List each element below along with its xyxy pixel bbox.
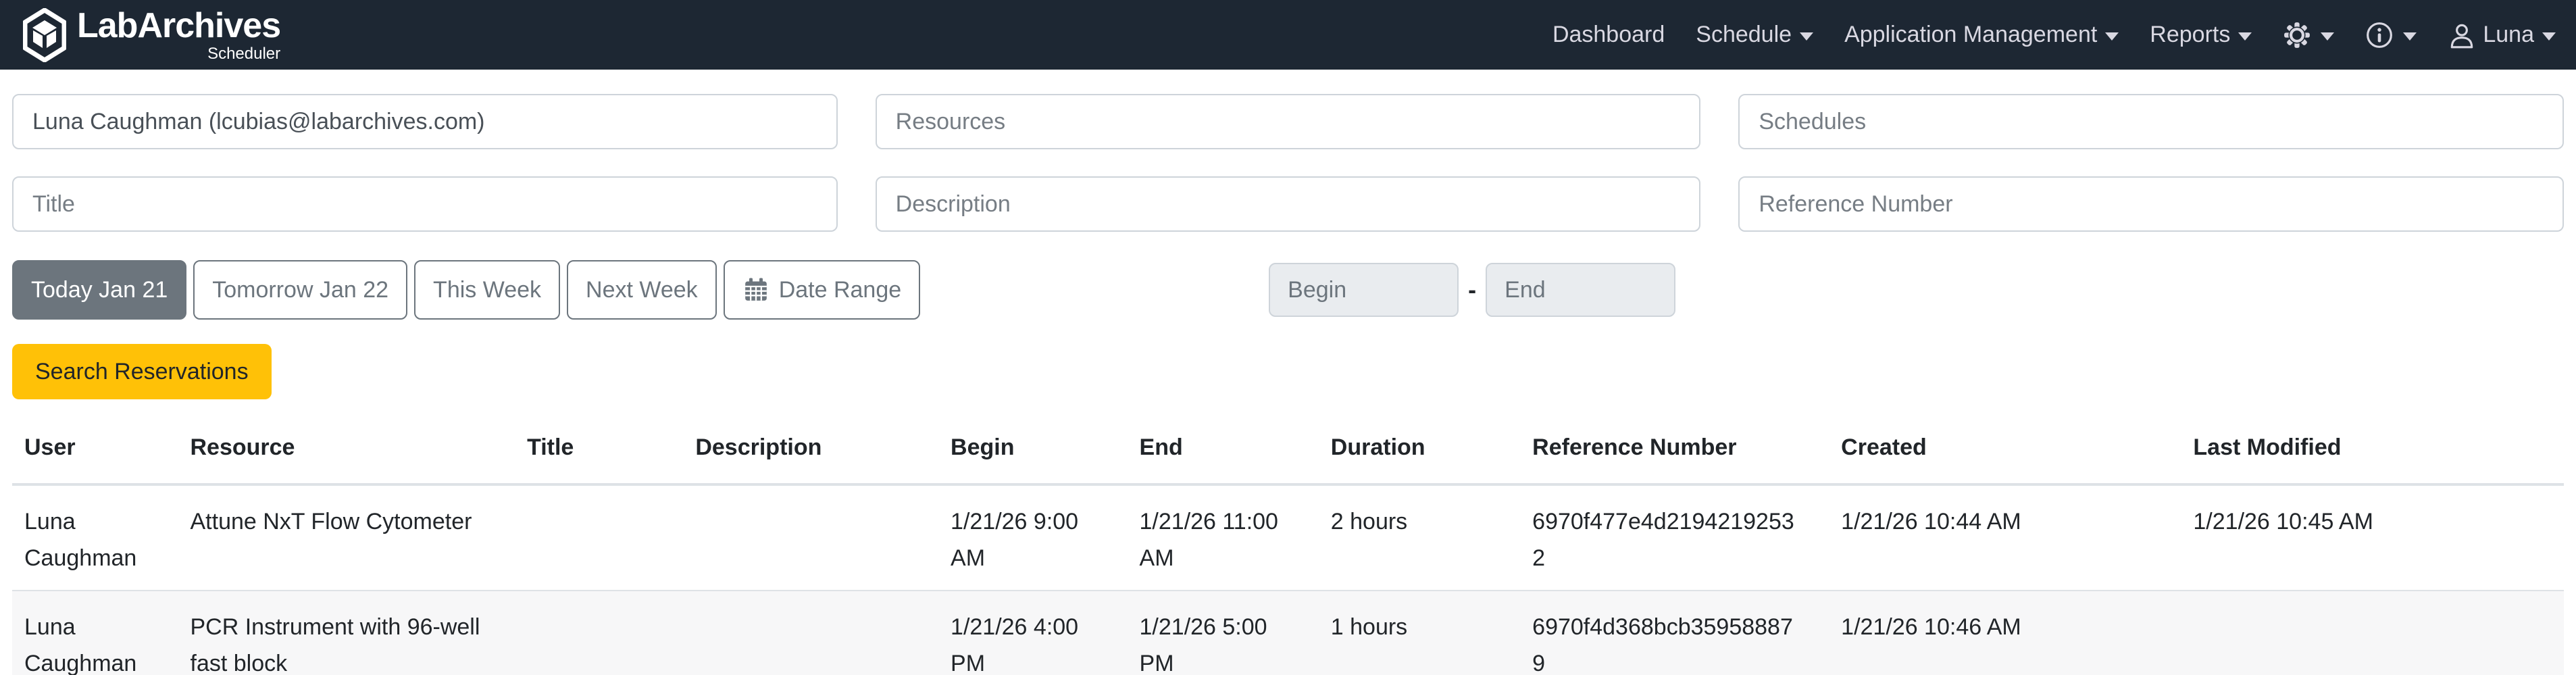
user-filter-input[interactable] [12,94,838,149]
tomorrow-button[interactable]: Tomorrow Jan 22 [193,260,407,320]
gear-icon [2283,21,2311,49]
nav-settings-menu[interactable] [2283,21,2334,49]
col-header-duration: Duration [1319,403,1520,484]
this-week-button[interactable]: This Week [414,260,560,320]
chevron-down-icon [2321,32,2334,41]
date-filter-row: Today Jan 21 Tomorrow Jan 22 This Week N… [12,260,2564,320]
cell-user: Luna Caughman [12,591,178,675]
cell-description [683,484,938,591]
cell-created: 1/21/26 10:44 AM [1829,484,2181,591]
col-header-title: Title [515,403,683,484]
table-row[interactable]: Luna Caughman Attune NxT Flow Cytometer … [12,484,2564,591]
col-header-begin: Begin [938,403,1127,484]
schedules-filter-input[interactable] [1738,94,2564,149]
col-header-created: Created [1829,403,2181,484]
date-range-label: Date Range [779,277,901,303]
col-header-end: End [1128,403,1319,484]
nav-dashboard[interactable]: Dashboard [1552,22,1665,48]
nav-user-menu[interactable]: Luna [2448,21,2556,49]
info-icon [2365,21,2394,49]
nav-user-label: Luna [2483,22,2534,48]
cell-duration: 2 hours [1319,484,1520,591]
date-range-inputs: - [1269,263,1675,317]
nav-info-menu[interactable] [2365,21,2417,49]
cell-begin: 1/21/26 9:00 AM [938,484,1127,591]
labarchives-logo-icon [23,8,66,62]
brand-title: LabArchives [77,8,280,43]
brand-subtitle: Scheduler [207,46,280,62]
cell-user: Luna Caughman [12,484,178,591]
chevron-down-icon [2238,32,2252,41]
nav-application-management[interactable]: Application Management [1844,22,2119,48]
cell-end: 1/21/26 5:00 PM [1128,591,1319,675]
search-filters-section: Today Jan 21 Tomorrow Jan 22 This Week N… [0,94,2576,399]
person-icon [2448,21,2476,49]
table-header-row: User Resource Title Description Begin En… [12,403,2564,484]
resources-filter-input[interactable] [876,94,1701,149]
col-header-user: User [12,403,178,484]
next-week-button[interactable]: Next Week [567,260,717,320]
title-filter-input[interactable] [12,176,838,232]
reservations-table: User Resource Title Description Begin En… [12,403,2564,675]
brand[interactable]: LabArchives Scheduler [23,8,280,62]
nav-schedule-label: Schedule [1696,22,1792,48]
today-button[interactable]: Today Jan 21 [12,260,186,320]
cell-end: 1/21/26 11:00 AM [1128,484,1319,591]
cell-duration: 1 hours [1319,591,1520,675]
chevron-down-icon [2105,32,2119,41]
nav-application-management-label: Application Management [1844,22,2097,48]
begin-date-input[interactable] [1269,263,1459,317]
cell-created: 1/21/26 10:46 AM [1829,591,2181,675]
reservations-results: User Resource Title Description Begin En… [0,403,2576,675]
cell-description [683,591,938,675]
brand-text: LabArchives Scheduler [77,8,280,62]
col-header-last-modified: Last Modified [2181,403,2564,484]
cell-resource: PCR Instrument with 96-well fast block [178,591,515,675]
table-row[interactable]: Luna Caughman PCR Instrument with 96-wel… [12,591,2564,675]
cell-last-modified: 1/21/26 10:45 AM [2181,484,2564,591]
cell-last-modified [2181,591,2564,675]
cell-resource: Attune NxT Flow Cytometer [178,484,515,591]
nav-dashboard-label: Dashboard [1552,22,1665,48]
chevron-down-icon [1800,32,1813,41]
cell-title [515,591,683,675]
nav-menu: Dashboard Schedule Application Managemen… [1552,21,2556,49]
end-date-input[interactable] [1486,263,1675,317]
cell-reference-number: 6970f4d368bcb359588879 [1520,591,1829,675]
reference-number-filter-input[interactable] [1738,176,2564,232]
nav-reports-label: Reports [2150,22,2230,48]
col-header-resource: Resource [178,403,515,484]
description-filter-input[interactable] [876,176,1701,232]
col-header-reference-number: Reference Number [1520,403,1829,484]
chevron-down-icon [2542,32,2556,41]
cell-title [515,484,683,591]
cell-begin: 1/21/26 4:00 PM [938,591,1127,675]
cell-reference-number: 6970f477e4d21942192532 [1520,484,1829,591]
nav-reports[interactable]: Reports [2150,22,2252,48]
col-header-description: Description [683,403,938,484]
search-reservations-button[interactable]: Search Reservations [12,344,272,399]
date-range-button[interactable]: Date Range [724,260,920,320]
nav-schedule[interactable]: Schedule [1696,22,1813,48]
top-navbar: LabArchives Scheduler Dashboard Schedule… [0,0,2576,70]
calendar-icon [742,276,769,303]
range-separator: - [1468,276,1476,304]
chevron-down-icon [2403,32,2417,41]
